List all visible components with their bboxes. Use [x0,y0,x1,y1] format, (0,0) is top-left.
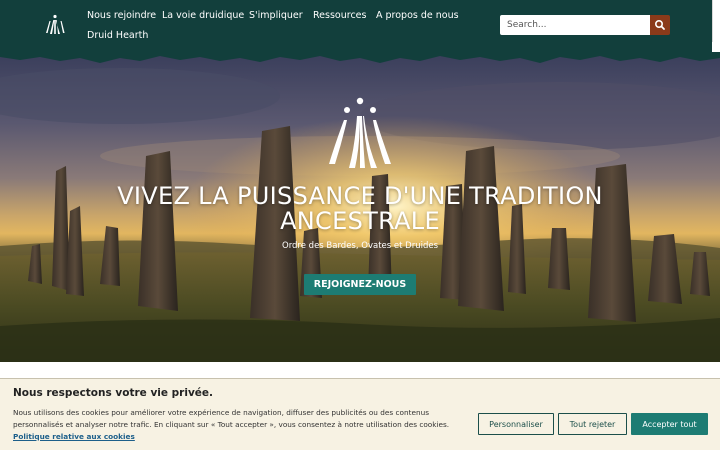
nav-item-nous-rejoindre[interactable]: Nous rejoindre [87,10,156,21]
cookie-policy-link[interactable]: Politique relative aux cookies [13,432,135,441]
cookie-title: Nous respectons votre vie privée. [13,387,214,399]
search-bar [500,15,670,35]
join-us-button[interactable]: REJOIGNEZ-NOUS [304,274,416,295]
cookie-text: Nous utilisons des cookies pour améliore… [13,408,450,429]
nav-item-ressources[interactable]: Ressources [313,10,366,21]
hero-subtitle: Ordre des Bardes, Ovates et Druides [282,241,438,251]
nav-item-voie-druidique[interactable]: La voie druidique [162,10,244,21]
nav-item-druid-hearth[interactable]: Druid Hearth [87,30,148,41]
customize-button[interactable]: Personnaliser [478,413,554,435]
nav-item-a-propos[interactable]: A propos de nous [376,10,459,21]
nav-item-simpliquer[interactable]: S'impliquer [249,10,303,21]
search-icon [655,20,665,30]
header-torn-edge [0,52,720,63]
page-edge-strip [712,0,720,42]
awen-logo-icon[interactable] [44,14,66,36]
cookie-consent-banner: Nous respectons votre vie privée. Nous u… [0,378,720,450]
search-input[interactable] [500,15,650,35]
hero-title: VIVEZ LA PUISSANCE D'UNE TRADITION ANCES… [117,182,603,235]
search-button[interactable] [650,15,670,35]
awen-emblem-icon [329,97,391,168]
cookie-description: Nous utilisons des cookies pour améliore… [13,407,473,443]
hero-section: VIVEZ LA PUISSANCE D'UNE TRADITION ANCES… [0,56,720,362]
accept-all-button[interactable]: Accepter tout [631,413,708,435]
reject-all-button[interactable]: Tout rejeter [558,413,627,435]
